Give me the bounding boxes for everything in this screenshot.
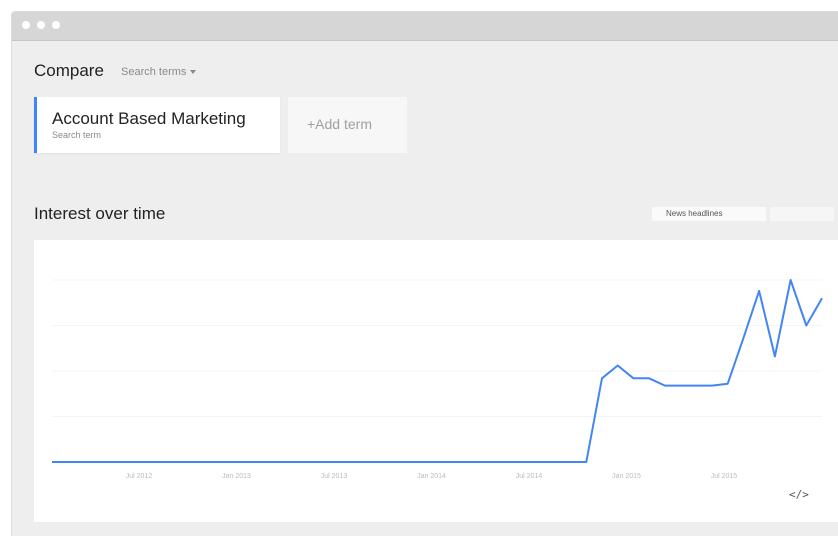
x-tick-label: Jul 2014 (516, 473, 543, 480)
news-headlines-toggle[interactable]: News headlines (652, 207, 766, 221)
search-term-type: Search term (52, 130, 102, 140)
chevron-down-icon (190, 70, 197, 75)
interest-chart: Jul 2012 Jan 2013 Jul 2013 Jan 2014 Jul 2014… (34, 240, 838, 522)
x-tick-label: Jul 2012 (126, 473, 153, 480)
chart-option-toggle[interactable] (770, 207, 834, 221)
x-tick-label: Jul 2013 (321, 473, 348, 480)
interest-chart-svg: Jul 2012 Jan 2013 Jul 2013 Jan 2014 Jul 2014… (52, 279, 823, 480)
x-tick-label: Jan 2015 (612, 473, 641, 480)
embed-code-button[interactable]: </> (789, 488, 809, 501)
search-terms-dropdown[interactable]: Search terms (121, 66, 197, 78)
minimize-window-dot-icon[interactable] (37, 21, 45, 29)
search-terms-dropdown-label: Search terms (121, 66, 187, 78)
x-tick-label: Jan 2013 (222, 473, 251, 480)
x-tick-label: Jul 2015 (711, 473, 738, 480)
trends-content: Compare Search terms Account Based Marke… (12, 41, 838, 536)
search-term-name: Account Based Marketing (52, 109, 246, 128)
browser-window: Compare Search terms Account Based Marke… (11, 11, 838, 536)
maximize-window-dot-icon[interactable] (52, 21, 60, 29)
window-titlebar (12, 12, 838, 41)
compare-heading: Compare (34, 61, 104, 80)
interest-over-time-heading: Interest over time (34, 204, 166, 223)
x-tick-label: Jan 2014 (417, 473, 446, 480)
search-term-card[interactable]: Account Based Marketing Search term (34, 97, 280, 153)
add-term-label: +Add term (307, 116, 372, 132)
close-window-dot-icon[interactable] (22, 21, 30, 29)
add-term-button[interactable]: +Add term (288, 97, 407, 153)
